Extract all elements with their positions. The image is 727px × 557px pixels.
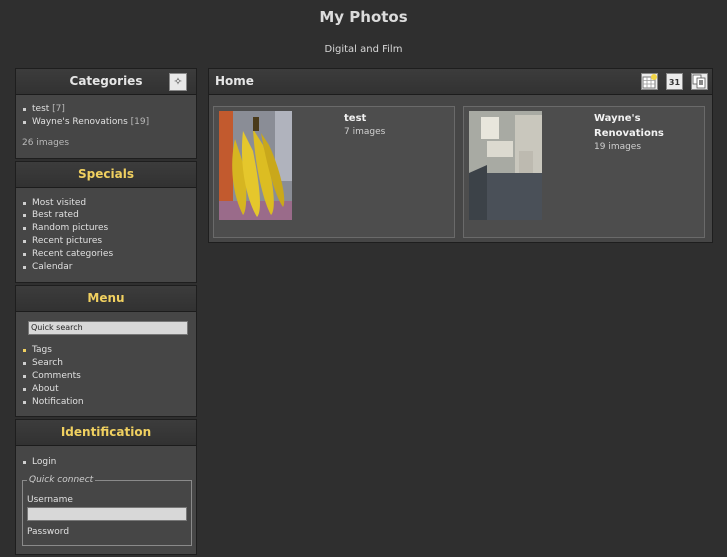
category-count: [19] xyxy=(130,116,150,127)
site-title: My Photos xyxy=(319,8,408,26)
identification-panel: Identification Login Quick connect Usern… xyxy=(15,419,197,556)
specials-item-best-rated[interactable]: Best rated xyxy=(22,209,190,222)
menu-item-search[interactable]: Search xyxy=(22,357,190,370)
category-item-waynes-renovations[interactable]: Wayne's Renovations [19] xyxy=(22,116,190,129)
identification-header: Identification xyxy=(16,420,196,447)
breadcrumb-home[interactable]: Home xyxy=(215,74,254,88)
album-count: 7 images xyxy=(344,127,386,137)
calendar-icon[interactable]: 31 xyxy=(666,73,683,90)
category-link[interactable]: test xyxy=(32,104,49,114)
specials-panel: Specials Most visited Best rated Random … xyxy=(15,160,197,284)
grid-view-icon[interactable] xyxy=(641,73,658,90)
album-title[interactable]: test xyxy=(344,111,449,126)
album-count: 19 images xyxy=(594,142,642,152)
categories-title: Categories xyxy=(69,74,143,88)
categories-header: Categories ✧ xyxy=(16,69,196,95)
menu-header: Menu xyxy=(16,286,196,313)
main-content: Home 31 test 7 images Wayne's Renovation… xyxy=(208,68,713,243)
main-header: Home 31 xyxy=(209,69,712,95)
site-subtitle: Digital and Film xyxy=(324,44,403,55)
category-item-test[interactable]: test [7] xyxy=(22,103,190,116)
specials-item-recent-categories[interactable]: Recent categories xyxy=(22,248,190,261)
password-label: Password xyxy=(27,527,70,538)
album-thumbnail-bananas[interactable] xyxy=(219,111,292,220)
category-link[interactable]: Wayne's Renovations xyxy=(32,117,128,127)
album-title[interactable]: Wayne's Renovations xyxy=(594,111,699,141)
specials-item-calendar[interactable]: Calendar xyxy=(22,261,190,274)
specials-item-random-pictures[interactable]: Random pictures xyxy=(22,222,190,235)
specials-item-recent-pictures[interactable]: Recent pictures xyxy=(22,235,190,248)
menu-panel: Menu Tags Search Comments About Notifica… xyxy=(15,285,197,418)
album-card-test[interactable]: test 7 images xyxy=(213,106,455,238)
login-link[interactable]: Login xyxy=(22,456,190,469)
flat-view-icon[interactable] xyxy=(691,73,708,90)
category-count: [7] xyxy=(52,104,65,114)
username-label: Username xyxy=(27,495,73,506)
categories-panel: Categories ✧ test [7] Wayne's Renovation… xyxy=(15,68,197,159)
menu-item-about[interactable]: About xyxy=(22,383,190,396)
quick-connect-legend: Quick connect xyxy=(29,475,94,486)
album-thumbnail-room[interactable] xyxy=(469,111,542,220)
username-field[interactable] xyxy=(27,507,187,522)
quick-search-input[interactable] xyxy=(28,321,188,336)
menu-item-comments[interactable]: Comments xyxy=(22,370,190,383)
magic-wand-icon[interactable]: ✧ xyxy=(169,73,187,91)
quick-connect-fieldset: Quick connect Username Password xyxy=(22,475,192,547)
specials-header: Specials xyxy=(16,161,196,188)
menu-item-notification[interactable]: Notification xyxy=(22,396,190,409)
sidebar: Categories ✧ test [7] Wayne's Renovation… xyxy=(15,68,197,557)
album-card-waynes-renovations[interactable]: Wayne's Renovations 19 images xyxy=(463,106,705,238)
specials-item-most-visited[interactable]: Most visited xyxy=(22,197,190,210)
total-images: 26 images xyxy=(22,137,70,148)
menu-item-tags[interactable]: Tags xyxy=(22,344,190,357)
